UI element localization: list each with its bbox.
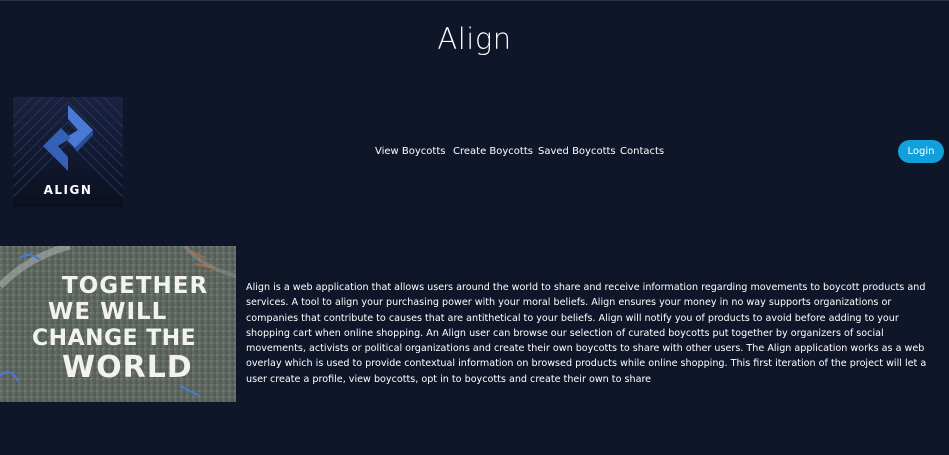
nav-create-boycotts[interactable]: Create Boycotts bbox=[453, 146, 533, 157]
app-description: Align is a web application that allows u… bbox=[246, 282, 927, 385]
chalk-line-2: WE WILL bbox=[48, 299, 167, 325]
site-title: Align bbox=[437, 22, 512, 56]
main-nav: View Boycotts Create Boycotts Saved Boyc… bbox=[0, 146, 949, 160]
login-button[interactable]: Login bbox=[898, 140, 944, 163]
top-border bbox=[0, 0, 949, 1]
chalk-pavement-image: TOGETHER WE WILL CHANGE THE WORLD bbox=[0, 246, 236, 402]
hero-image: TOGETHER WE WILL CHANGE THE WORLD bbox=[0, 246, 236, 402]
chalk-line-1: TOGETHER bbox=[62, 273, 208, 299]
logo-text: ALIGN bbox=[43, 183, 93, 197]
chalk-line-3: CHANGE THE bbox=[32, 326, 196, 351]
page: Align ALIGN View Boycotts Create Boycott… bbox=[0, 0, 949, 455]
chalk-line-4: WORLD bbox=[62, 350, 193, 385]
nav-saved-boycotts[interactable]: Saved Boycotts bbox=[538, 146, 616, 157]
nav-view-boycotts[interactable]: View Boycotts bbox=[375, 146, 445, 157]
nav-contacts[interactable]: Contacts bbox=[620, 146, 664, 157]
